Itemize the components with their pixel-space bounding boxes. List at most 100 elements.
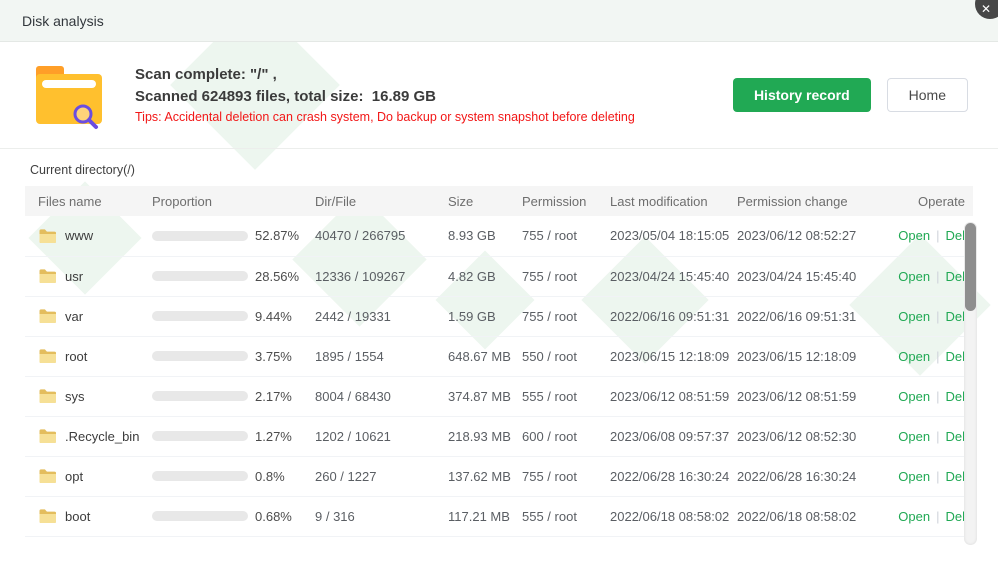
operate-cell: Open | Del [880, 416, 973, 456]
file-name: www [65, 228, 93, 243]
scrollbar-track[interactable] [964, 222, 977, 545]
open-link[interactable]: Open [898, 429, 930, 444]
permission-value: 550 / root [522, 336, 610, 376]
folder-icon [38, 428, 56, 444]
dir-file-count: 1202 / 10621 [315, 416, 448, 456]
operate-cell: Open|Del [880, 376, 973, 416]
permission-value: 755 / root [522, 456, 610, 496]
action-separator: | [936, 269, 939, 284]
dir-file-count: 260 / 1227 [315, 456, 448, 496]
file-name: boot [65, 509, 90, 524]
delete-link[interactable]: Del [945, 389, 965, 404]
dir-file-count: 9 / 316 [315, 496, 448, 536]
disk-analysis-window: Disk analysis ✕ Scan complete: "/" , Sca… [0, 0, 998, 567]
proportion-value: 2.17% [255, 389, 292, 404]
scan-complete-line: Scan complete: "/" , [135, 66, 635, 83]
proportion-cell: 2.17% [152, 389, 315, 404]
table-row: .Recycle_bin 1.27% 1202 / 10621 218.93 M… [25, 416, 973, 456]
file-name: opt [65, 469, 83, 484]
size-value: 8.93 GB [448, 216, 522, 256]
last-modification-value: 2022/06/28 16:30:24 [610, 456, 737, 496]
dir-file-count: 40470 / 266795 [315, 216, 448, 256]
dir-file-count: 2442 / 19331 [315, 296, 448, 336]
dir-file-count: 12336 / 109267 [315, 256, 448, 296]
proportion-value: 28.56% [255, 269, 299, 284]
size-value: 137.62 MB [448, 456, 522, 496]
progress-bar [152, 431, 248, 441]
delete-link[interactable]: Del [945, 228, 965, 243]
open-link[interactable]: Open [898, 349, 930, 364]
folder-icon [38, 308, 56, 324]
file-name-cell: root [38, 348, 152, 364]
delete-link[interactable]: Del [945, 469, 965, 484]
proportion-value: 1.27% [255, 429, 292, 444]
delete-link[interactable]: Del [945, 269, 965, 284]
operate-cell: Open|Del [880, 296, 973, 336]
open-link[interactable]: Open [898, 389, 930, 404]
size-value: 218.93 MB [448, 416, 522, 456]
table-row: sys 2.17% 8004 / 68430 374.87 MB 555 / r… [25, 376, 973, 416]
col-header-last-modification: Last modification [610, 186, 737, 216]
delete-link[interactable]: Del [945, 349, 965, 364]
last-modification-value: 2023/06/15 12:18:09 [610, 336, 737, 376]
permission-change-value: 2023/06/12 08:52:30 [737, 416, 880, 456]
open-link[interactable]: Open [898, 228, 930, 243]
folder-icon [38, 228, 56, 244]
action-separator: | [936, 429, 939, 444]
permission-value: 555 / root [522, 376, 610, 416]
permission-change-value: 2022/06/28 16:30:24 [737, 456, 880, 496]
last-modification-value: 2023/04/24 15:45:40 [610, 256, 737, 296]
folder-icon [38, 468, 56, 484]
file-name-cell: sys [38, 388, 152, 404]
open-link[interactable]: Open [898, 309, 930, 324]
proportion-cell: 1.27% [152, 429, 315, 444]
scrollbar-thumb[interactable] [965, 223, 976, 311]
progress-bar [152, 471, 248, 481]
size-value: 1.59 GB [448, 296, 522, 336]
titlebar: Disk analysis [0, 0, 998, 42]
scan-text-block: Scan complete: "/" , Scanned 624893 file… [135, 66, 635, 124]
proportion-cell: 0.8% [152, 469, 315, 484]
last-modification-value: 2022/06/16 09:51:31 [610, 296, 737, 336]
folder-search-icon [30, 59, 108, 131]
last-modification-value: 2023/06/08 09:57:37 [610, 416, 737, 456]
dir-file-count: 8004 / 68430 [315, 376, 448, 416]
home-button[interactable]: Home [887, 78, 968, 112]
col-header-files-name: Files name [25, 186, 152, 216]
delete-link[interactable]: Del [945, 509, 965, 524]
table-row: usr 28.56% 12336 / 109267 4.82 GB 755 / … [25, 256, 973, 296]
col-header-permission: Permission [522, 186, 610, 216]
current-directory-label: Current directory(/) [30, 163, 968, 177]
size-value: 374.87 MB [448, 376, 522, 416]
file-name: sys [65, 389, 85, 404]
proportion-value: 0.68% [255, 509, 292, 524]
proportion-cell: 9.44% [152, 309, 315, 324]
permission-change-value: 2023/06/12 08:52:27 [737, 216, 880, 256]
operate-cell: Open | Del [880, 216, 973, 256]
file-name: .Recycle_bin [65, 429, 139, 444]
open-link[interactable]: Open [898, 509, 930, 524]
history-record-button[interactable]: History record [733, 78, 871, 112]
open-link[interactable]: Open [898, 269, 930, 284]
folder-icon [38, 508, 56, 524]
proportion-value: 9.44% [255, 309, 292, 324]
action-separator: | [936, 349, 939, 364]
action-separator: | [936, 469, 939, 484]
file-name: usr [65, 269, 83, 284]
permission-change-value: 2022/06/18 08:58:02 [737, 496, 880, 536]
folder-icon [38, 348, 56, 364]
col-header-operate: Operate [880, 186, 973, 216]
proportion-cell: 0.68% [152, 509, 315, 524]
delete-link[interactable]: Del [945, 429, 965, 444]
progress-bar [152, 511, 248, 521]
folder-icon [38, 388, 56, 404]
delete-link[interactable]: Del [945, 309, 965, 324]
action-separator: | [936, 228, 939, 243]
file-name-cell: opt [38, 468, 152, 484]
open-link[interactable]: Open [898, 469, 930, 484]
operate-cell: Open|Del [880, 496, 973, 536]
permission-value: 755 / root [522, 256, 610, 296]
last-modification-value: 2022/06/18 08:58:02 [610, 496, 737, 536]
size-value: 4.82 GB [448, 256, 522, 296]
proportion-value: 3.75% [255, 349, 292, 364]
